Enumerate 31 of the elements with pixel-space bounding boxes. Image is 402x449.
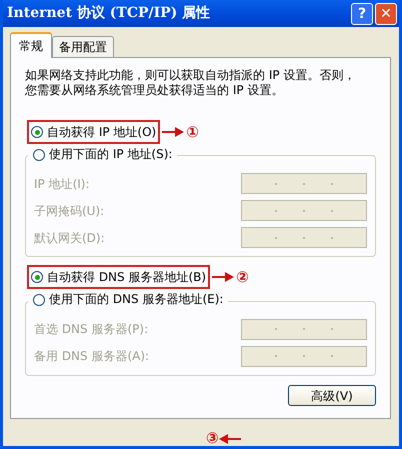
- annotation-number: ③: [206, 431, 219, 446]
- arrow-icon: [212, 272, 234, 282]
- field-label: 备用 DNS 服务器(A):: [34, 348, 150, 366]
- description-text: 如果网络支持此功能，则可以获取自动指派的 IP 设置。否则，: [25, 68, 356, 83]
- description-text: 您需要从网络系统管理员处获得适当的 IP 设置。: [25, 83, 284, 98]
- option-label: 自动获得 IP 地址(O): [47, 124, 156, 141]
- radio-option[interactable]: 自动获得 DNS 服务器地址(B): [27, 265, 210, 290]
- close-button[interactable]: ✕: [375, 2, 397, 24]
- radio-option[interactable]: 使用下面的 DNS 服务器地址(E):: [31, 291, 226, 309]
- radio-option[interactable]: 使用下面的 IP 地址(S):: [31, 146, 174, 164]
- arrow-icon: [218, 434, 241, 444]
- option-label: 使用下面的 IP 地址(S):: [49, 147, 172, 163]
- field-label: 默认网关(D):: [34, 230, 105, 247]
- radio-button[interactable]: [31, 271, 43, 284]
- tab[interactable]: 常规: [10, 32, 52, 58]
- option-label: 使用下面的 DNS 服务器地址(E):: [49, 292, 224, 308]
- field-label: IP 地址(I):: [34, 176, 90, 193]
- window-title: Internet 协议 (TCP/IP) 属性: [7, 4, 212, 23]
- tab[interactable]: 备用配置: [52, 36, 114, 57]
- help-button[interactable]: ?: [351, 2, 373, 24]
- arrow-icon: [162, 127, 184, 137]
- annotation-number: ①: [186, 124, 199, 140]
- radio-button[interactable]: [31, 126, 43, 138]
- field-label: 子网掩码(U):: [34, 202, 104, 220]
- radio-button[interactable]: [33, 148, 45, 161]
- advanced-button[interactable]: 高级(V): [288, 385, 376, 406]
- radio-button[interactable]: [33, 294, 45, 306]
- annotation-number: ②: [236, 270, 249, 285]
- radio-option[interactable]: 自动获得 IP 地址(O): [27, 120, 160, 144]
- option-label: 自动获得 DNS 服务器地址(B): [47, 269, 206, 286]
- field-label: 首选 DNS 服务器(P):: [34, 321, 148, 338]
